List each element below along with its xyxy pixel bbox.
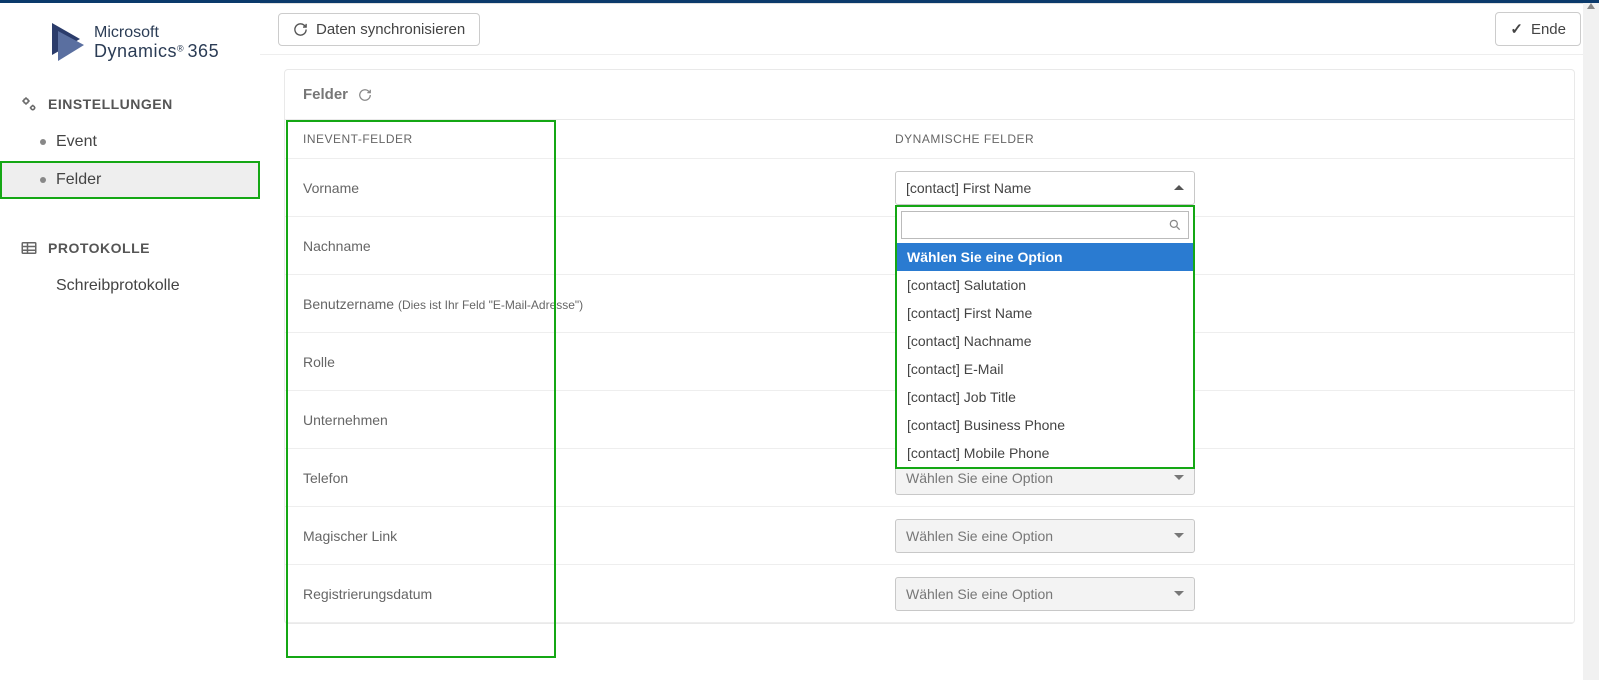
dropdown-search-input[interactable] — [908, 213, 1168, 237]
logo-text-1: Microsoft — [94, 24, 219, 42]
dropdown-option[interactable]: [contact] Salutation — [897, 271, 1193, 299]
dropdown-option[interactable]: [contact] Business Phone — [897, 411, 1193, 439]
field-label: Vorname — [303, 180, 359, 196]
sidebar-item-schreibprotokolle[interactable]: Schreibprotokolle — [0, 267, 260, 305]
col-header-right: DYNAMISCHE FELDER — [895, 132, 1034, 146]
dropdown-option[interactable]: Wählen Sie eine Option — [897, 243, 1193, 271]
dropdown-menu: Wählen Sie eine Option [contact] Salutat… — [895, 205, 1195, 469]
button-label: Ende — [1531, 21, 1566, 38]
chevron-down-icon — [1174, 533, 1184, 538]
check-icon — [1510, 20, 1523, 38]
col-header-left: INEVENT-FELDER — [303, 132, 413, 146]
field-label: Telefon — [303, 470, 348, 486]
bullet-icon — [40, 139, 46, 145]
sidebar: Microsoft Dynamics® 365 EINSTELLUNGEN Ev… — [0, 3, 260, 680]
field-label: Nachname — [303, 238, 371, 254]
panel-title: Felder — [285, 70, 1574, 120]
dropdown-option[interactable]: [contact] E-Mail — [897, 355, 1193, 383]
button-label: Daten synchronisieren — [316, 21, 465, 38]
refresh-icon[interactable] — [358, 88, 372, 102]
section-title: EINSTELLUNGEN — [48, 96, 173, 112]
sidebar-item-label: Felder — [56, 171, 101, 189]
logo-text-2: Dynamics — [94, 41, 177, 61]
sync-button[interactable]: Daten synchronisieren — [278, 13, 480, 46]
section-title: PROTOKOLLE — [48, 240, 150, 256]
scrollbar[interactable] — [1583, 3, 1599, 680]
logo-text-3: 365 — [188, 41, 220, 61]
scroll-up-icon[interactable] — [1587, 3, 1595, 9]
table-row: Magischer Link Wählen Sie eine Option — [285, 507, 1574, 565]
gears-icon — [20, 95, 38, 113]
field-label: Registrierungsdatum — [303, 586, 432, 602]
field-table: INEVENT-FELDER DYNAMISCHE FELDER Vorname… — [285, 120, 1574, 623]
chevron-up-icon — [1174, 185, 1184, 190]
table-row: Vorname [contact] First Name — [285, 159, 1574, 217]
select-placeholder: Wählen Sie eine Option — [906, 586, 1053, 602]
end-button[interactable]: Ende — [1495, 12, 1581, 46]
field-select-registrierungsdatum[interactable]: Wählen Sie eine Option — [895, 577, 1195, 611]
search-icon — [1168, 218, 1182, 232]
sidebar-item-label: Schreibprotokolle — [56, 277, 180, 295]
field-label: Benutzername (Dies ist Ihr Feld "E-Mail-… — [303, 296, 583, 312]
dropdown-option[interactable]: [contact] First Name — [897, 299, 1193, 327]
table-header: INEVENT-FELDER DYNAMISCHE FELDER — [285, 120, 1574, 159]
dropdown-option[interactable]: [contact] Mobile Phone — [897, 439, 1193, 467]
field-label: Unternehmen — [303, 412, 388, 428]
sidebar-section-einstellungen: EINSTELLUNGEN — [0, 85, 260, 123]
refresh-icon — [293, 22, 308, 37]
dynamics-logo-icon — [50, 21, 86, 65]
field-select-vorname[interactable]: [contact] First Name — [895, 171, 1195, 205]
sidebar-section-protokolle: PROTOKOLLE — [0, 229, 260, 267]
field-select-magischer-link[interactable]: Wählen Sie eine Option — [895, 519, 1195, 553]
table-row: Registrierungsdatum Wählen Sie eine Opti… — [285, 565, 1574, 623]
sidebar-item-event[interactable]: Event — [0, 123, 260, 161]
bullet-icon — [40, 177, 46, 183]
field-label: Magischer Link — [303, 528, 397, 544]
field-label: Rolle — [303, 354, 335, 370]
felder-panel: Felder INEVENT-FELDER DYNAMISCHE FELDER … — [284, 69, 1575, 624]
dropdown-option[interactable]: [contact] Nachname — [897, 327, 1193, 355]
panel-title-text: Felder — [303, 86, 348, 103]
select-placeholder: Wählen Sie eine Option — [906, 470, 1053, 486]
select-placeholder: Wählen Sie eine Option — [906, 528, 1053, 544]
toolbar: Daten synchronisieren Ende — [260, 4, 1599, 55]
logo: Microsoft Dynamics® 365 — [0, 15, 260, 85]
select-value: [contact] First Name — [906, 180, 1031, 196]
sidebar-item-felder[interactable]: Felder — [0, 161, 260, 199]
chevron-down-icon — [1174, 591, 1184, 596]
table-icon — [20, 239, 38, 257]
main-content: Daten synchronisieren Ende Felder INEVEN… — [260, 3, 1599, 680]
dropdown-search — [897, 207, 1193, 243]
dropdown-option[interactable]: [contact] Job Title — [897, 383, 1193, 411]
sidebar-item-label: Event — [56, 133, 97, 151]
chevron-down-icon — [1174, 475, 1184, 480]
